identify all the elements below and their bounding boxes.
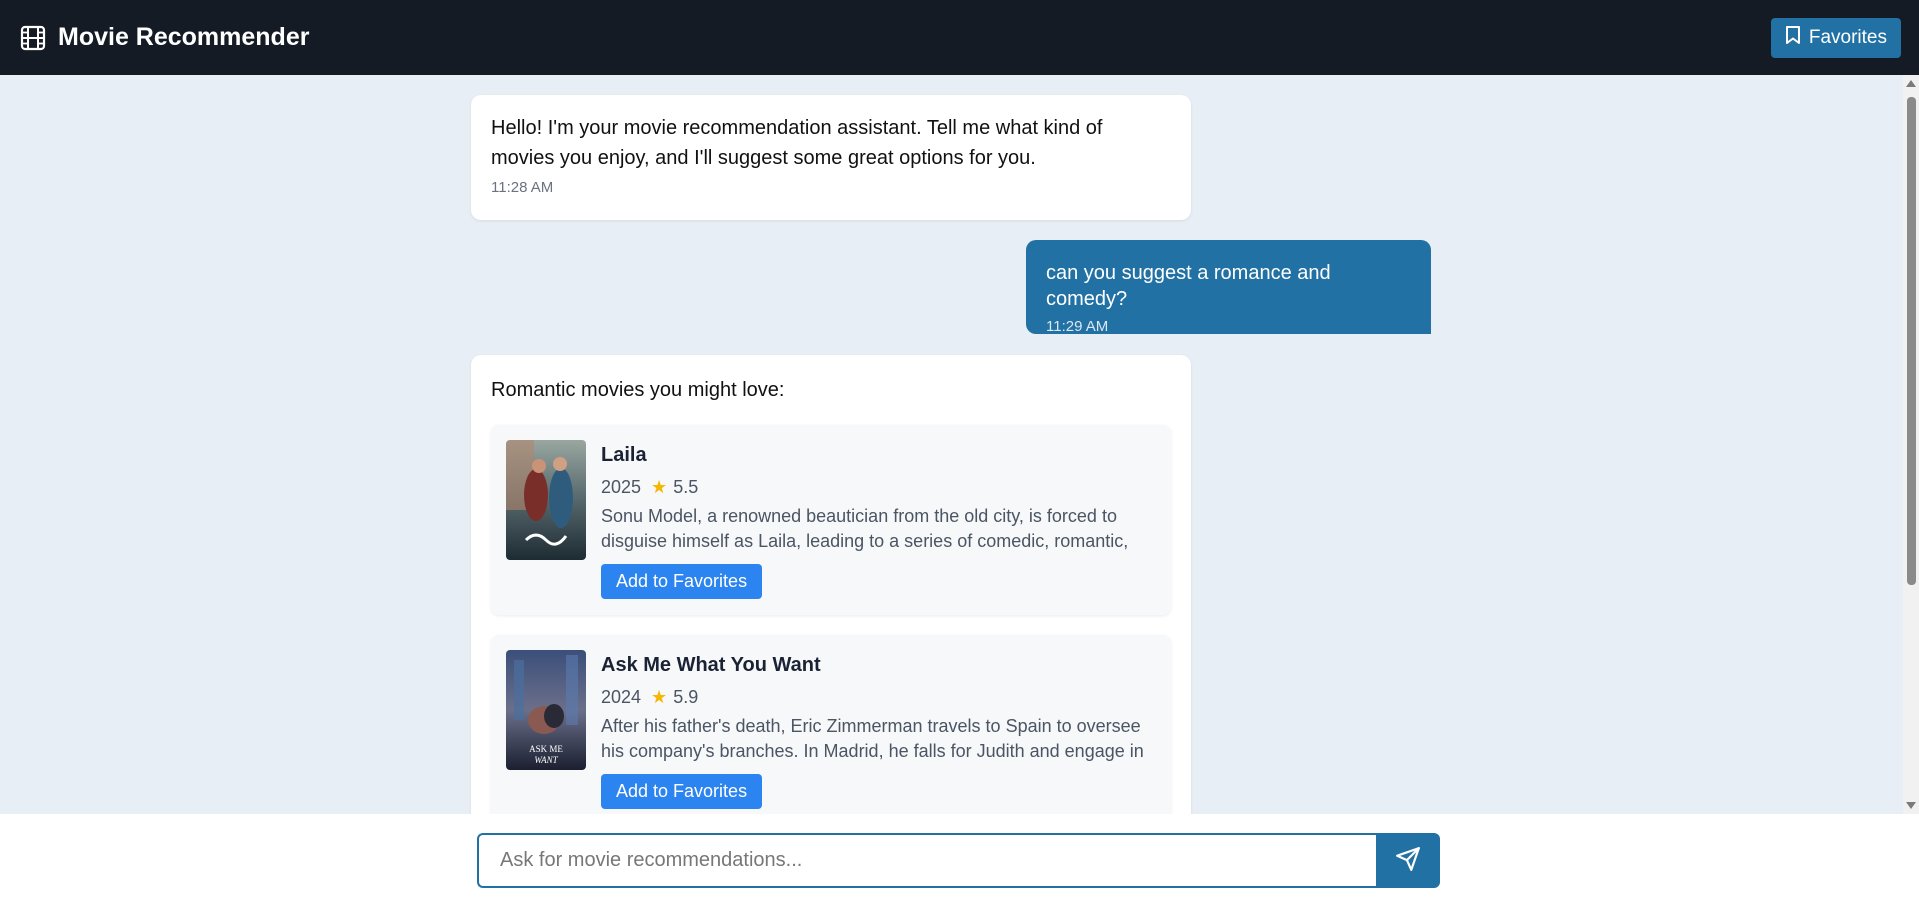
movie-poster: ASK ME WANT [506, 650, 586, 770]
assistant-message: Hello! I'm your movie recommendation ass… [471, 95, 1191, 220]
message-text: Hello! I'm your movie recommendation ass… [491, 117, 1103, 169]
star-icon: ★ [651, 476, 668, 497]
bookmark-icon [1785, 25, 1801, 51]
scrollbar-thumb[interactable] [1907, 97, 1916, 585]
add-to-favorites-button[interactable]: Add to Favorites [601, 774, 763, 809]
movie-rating: 5.9 [673, 686, 699, 707]
recommendation-intro: Romantic movies you might love: [491, 379, 785, 401]
input-bar [0, 814, 1919, 905]
movie-title: Laila [601, 444, 647, 466]
movie-card: ASK ME WANT Ask Me What You Want 2024 ★ … [491, 635, 1171, 814]
message-time: 11:28 AM [491, 179, 554, 196]
movie-meta: 2025 ★ 5.5 [601, 473, 1156, 501]
chat-input[interactable] [477, 833, 1377, 888]
movie-year: 2024 [601, 686, 642, 707]
favorites-button[interactable]: Favorites [1770, 17, 1901, 58]
movie-rating: 5.5 [673, 476, 699, 497]
scroll-up-arrow-icon[interactable] [1906, 80, 1916, 87]
movie-meta: 2024 ★ 5.9 [601, 683, 1156, 711]
send-button[interactable] [1376, 833, 1440, 888]
chat-area[interactable]: Hello! I'm your movie recommendation ass… [0, 75, 1903, 814]
add-to-favorites-button[interactable]: Add to Favorites [601, 564, 763, 599]
app-title: Movie Recommender [58, 23, 310, 51]
movie-description: After his father's death, Eric Zimmerman… [601, 716, 1144, 761]
svg-text:WANT: WANT [534, 755, 558, 765]
favorites-label: Favorites [1808, 26, 1887, 48]
movie-card: Laila 2025 ★ 5.5 Sonu Model, a renowned … [491, 425, 1171, 615]
message-time: 11:29 AM [1046, 318, 1109, 335]
movie-year: 2025 [601, 476, 642, 497]
user-message: can you suggest a romance and comedy? 11… [1026, 240, 1431, 335]
scroll-down-arrow-icon[interactable] [1906, 802, 1916, 809]
brand: Movie Recommender [20, 23, 309, 52]
movie-poster [506, 440, 586, 560]
assistant-recommendations: Romantic movies you might love: Laila 20… [471, 355, 1191, 814]
app-header: Movie Recommender Favorites [0, 0, 1919, 75]
film-icon [20, 25, 46, 51]
scrollbar[interactable] [1903, 75, 1919, 814]
star-icon: ★ [651, 686, 668, 707]
movie-title: Ask Me What You Want [601, 654, 821, 676]
movie-description: Sonu Model, a renowned beautician from t… [601, 506, 1129, 551]
svg-text:ASK ME: ASK ME [529, 744, 563, 754]
send-icon [1395, 846, 1421, 875]
message-text: can you suggest a romance and comedy? [1046, 262, 1331, 310]
